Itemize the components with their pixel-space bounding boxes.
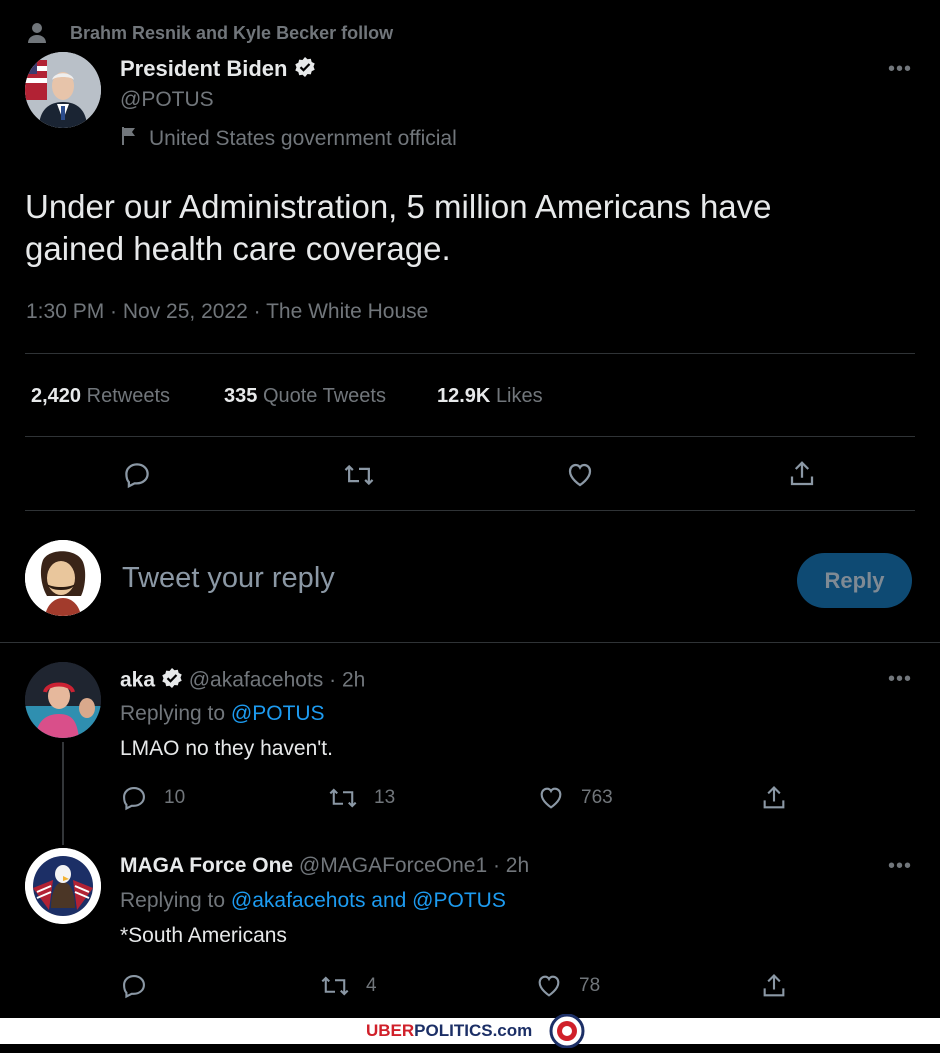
divider (25, 510, 915, 511)
reply-1-replying-to: Replying to @POTUS (120, 702, 325, 726)
avatar[interactable] (25, 52, 101, 128)
reply-1-handle-time[interactable]: @akafacehots · 2h (189, 669, 366, 692)
likes-stat[interactable]: 12.9K Likes (437, 385, 543, 408)
replying-to-prefix: Replying to (120, 889, 226, 912)
like-button[interactable] (565, 460, 595, 490)
retweets-label: Retweets (86, 385, 170, 407)
replying-to-prefix: Replying to (120, 702, 226, 725)
retweet-icon (321, 976, 349, 996)
share-button[interactable] (787, 459, 817, 489)
reply-submit-button[interactable]: Reply (797, 553, 912, 608)
heart-icon (538, 975, 560, 997)
reply-icon (123, 787, 145, 811)
retweet-count: 4 (366, 975, 377, 996)
quote-tweets-stat[interactable]: 335 Quote Tweets (224, 385, 386, 408)
watermark-bar: UBERPOLITICS.com (0, 1013, 940, 1049)
share-icon (790, 461, 814, 486)
social-context[interactable]: Brahm Resnik and Kyle Becker follow (70, 23, 393, 44)
reply-1-text: LMAO no they haven't. (120, 737, 333, 760)
like-count: 763 (581, 787, 613, 808)
tweet-text-line-1: Under our Administration, 5 million Amer… (25, 188, 772, 225)
display-name-text[interactable]: President Biden (120, 56, 287, 81)
likes-label: Likes (495, 385, 543, 407)
retweets-count: 2,420 (31, 385, 82, 407)
verified-badge-icon (161, 667, 183, 695)
reply-2-header: MAGA Force One @MAGAForceOne1 · 2h (120, 854, 529, 878)
share-icon (763, 974, 785, 997)
flag-icon (121, 126, 139, 152)
tweet-text-line-2: gained health care coverage. (25, 230, 451, 267)
quote-tweets-count: 335 (224, 385, 258, 407)
more-options-icon[interactable]: ••• (888, 58, 912, 81)
retweet-icon (329, 788, 357, 808)
reply-2-share-button[interactable] (760, 972, 788, 1000)
watermark-politics: POLITICS (414, 1021, 493, 1040)
likes-count: 12.9K (437, 385, 491, 407)
retweet-button[interactable] (343, 460, 375, 490)
retweet-icon (344, 464, 374, 486)
reply-2-handle-time[interactable]: @MAGAForceOne1 · 2h (299, 854, 529, 877)
reply-1-like-button[interactable]: 763 (537, 784, 613, 812)
divider (25, 353, 915, 354)
more-options-icon[interactable]: ••• (888, 855, 912, 878)
reply-2-display-name[interactable]: MAGA Force One (120, 854, 293, 877)
reply-1-retweet-button[interactable]: 13 (328, 784, 395, 812)
quote-tweets-label: Quote Tweets (262, 385, 386, 407)
thread-line (62, 742, 64, 845)
display-name[interactable]: President Biden (120, 56, 316, 84)
reply-2-reply-button[interactable] (120, 972, 148, 1000)
avatar[interactable] (25, 540, 101, 616)
avatar[interactable] (25, 848, 101, 924)
avatar[interactable] (25, 662, 101, 738)
retweet-count: 13 (374, 787, 396, 808)
watermark-uber: UBER (366, 1021, 415, 1040)
account-label: United States government official (121, 126, 457, 152)
divider (0, 642, 940, 643)
heart-icon (568, 463, 592, 487)
like-count: 78 (579, 975, 601, 996)
handle[interactable]: @POTUS (120, 88, 214, 112)
retweets-stat[interactable]: 2,420 Retweets (31, 385, 170, 408)
reply-2-retweet-button[interactable]: 4 (320, 972, 377, 1000)
reply-icon (125, 463, 149, 489)
watermark-text: UBERPOLITICS.com (366, 1021, 532, 1041)
reply-button[interactable] (122, 460, 152, 490)
divider (25, 436, 915, 437)
reply-2-replying-to: Replying to @akafacehots and @POTUS (120, 889, 506, 913)
reply-1-share-button[interactable] (760, 784, 788, 812)
tweet-timestamp[interactable]: 1:30 PM · Nov 25, 2022 · The White House (26, 300, 428, 324)
account-label-text: United States government official (149, 127, 457, 150)
replying-to-link[interactable]: @POTUS (231, 702, 325, 725)
verified-badge-icon (294, 56, 316, 84)
watermark-domain: .com (492, 1021, 533, 1040)
share-icon (763, 786, 785, 809)
reply-2-text: *South Americans (120, 924, 287, 947)
reply-1-display-name[interactable]: aka (120, 669, 155, 692)
reply-1-reply-button[interactable]: 10 (120, 784, 185, 812)
replying-to-link[interactable]: @akafacehots and @POTUS (231, 889, 506, 912)
more-options-icon[interactable]: ••• (888, 668, 912, 691)
reply-icon (123, 975, 145, 999)
person-icon (27, 22, 47, 49)
reply-1-header: aka @akafacehots · 2h (120, 667, 365, 695)
heart-icon (540, 787, 562, 809)
reply-count: 10 (164, 787, 186, 808)
reply-input[interactable]: Tweet your reply (122, 562, 335, 595)
watermark-seal-icon (546, 1013, 588, 1053)
reply-2-like-button[interactable]: 78 (535, 972, 600, 1000)
